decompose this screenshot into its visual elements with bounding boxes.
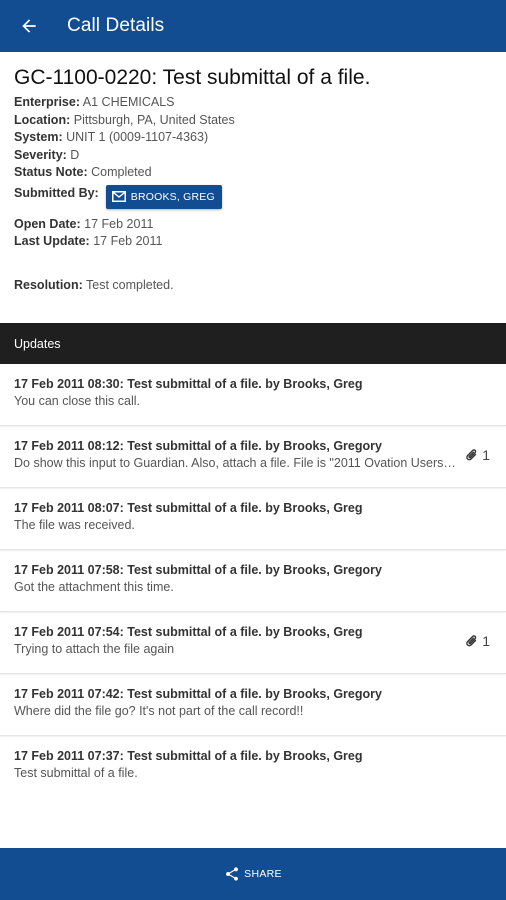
share-label: SHARE <box>244 868 282 880</box>
updates-list: 17 Feb 2011 08:30: Test submittal of a f… <box>0 364 506 798</box>
status-label: Status Note: <box>14 165 88 179</box>
envelope-icon <box>111 191 126 202</box>
arrow-left-icon <box>22 19 36 33</box>
update-body: Where did the file go? It's not part of … <box>14 704 304 718</box>
resolution-row: Resolution: Test completed. <box>14 277 494 295</box>
system-row: System: UNIT 1 (0009-1107-4363) <box>14 129 494 147</box>
open-date-label: Open Date: <box>14 216 81 231</box>
update-body: You can close this call. <box>14 394 141 408</box>
last-update-label: Last Update: <box>14 234 90 248</box>
status-row: Status Note: Completed <box>14 164 494 182</box>
list-item[interactable]: 17 Feb 2011 08:30: Test submittal of a f… <box>0 364 506 426</box>
update-body: Test submittal of a file. <box>14 766 138 780</box>
open-date-row: Open Date: 17 Feb 2011 <box>14 216 494 234</box>
update-body: Got the attachment this time. <box>14 580 174 594</box>
enterprise-row: Enterprise: A1 CHEMICALS <box>14 94 494 112</box>
submitted-row: Submitted By: BROOKS, GREG <box>14 184 494 210</box>
list-item[interactable]: 17 Feb 2011 07:42: Test submittal of a f… <box>0 674 506 736</box>
resolution-value: Test completed. <box>86 277 174 292</box>
severity-value: D <box>70 147 80 162</box>
update-heading: 17 Feb 2011 08:30: Test submittal of a f… <box>14 377 363 391</box>
list-item[interactable]: 17 Feb 2011 08:07: Test submittal of a f… <box>0 488 506 550</box>
attachment-count[interactable]: 1 <box>466 633 490 649</box>
status-value: Completed <box>91 165 152 179</box>
paperclip-icon <box>466 635 477 647</box>
share-button[interactable]: SHARE <box>224 866 282 882</box>
severity-label: Severity: <box>14 147 67 162</box>
resolution-label: Resolution: <box>14 277 83 292</box>
update-heading: 17 Feb 2011 07:42: Test submittal of a f… <box>14 687 382 701</box>
location-row: Location: Pittsburgh, PA, United States <box>14 112 494 130</box>
severity-row: Severity: D <box>14 147 494 165</box>
updates-header: Updates <box>0 323 506 364</box>
enterprise-value: A1 CHEMICALS <box>82 95 175 109</box>
last-update-row: Last Update: 17 Feb 2011 <box>14 233 494 251</box>
update-heading: 17 Feb 2011 08:12: Test submittal of a f… <box>14 439 382 453</box>
submitted-label: Submitted By: <box>14 185 99 200</box>
call-title: GC-1100-0220: Test submittal of a file. <box>14 66 371 89</box>
open-date-value: 17 Feb 2011 <box>84 216 154 231</box>
system-value: UNIT 1 (0009-1107-4363) <box>66 130 209 144</box>
call-details: GC-1100-0220: Test submittal of a file. … <box>14 64 494 294</box>
update-body: Trying to attach the file again <box>14 642 175 656</box>
update-body: The file was received. <box>14 518 135 532</box>
attachment-count-value: 1 <box>482 447 490 463</box>
attachment-count-value: 1 <box>482 633 490 649</box>
last-update-value: 17 Feb 2011 <box>93 234 163 248</box>
update-body: Do show this input to Guardian. Also, at… <box>14 456 456 470</box>
enterprise-label: Enterprise: <box>14 95 80 109</box>
system-label: System: <box>14 130 63 144</box>
update-heading: 17 Feb 2011 07:58: Test submittal of a f… <box>14 563 382 577</box>
submitter-email-button[interactable]: BROOKS, GREG <box>105 184 222 209</box>
submitter-name: BROOKS, GREG <box>130 190 215 203</box>
list-item[interactable]: 17 Feb 2011 07:37: Test submittal of a f… <box>0 736 506 798</box>
update-heading: 17 Feb 2011 08:07: Test submittal of a f… <box>14 501 363 515</box>
location-value: Pittsburgh, PA, United States <box>73 112 235 127</box>
list-item[interactable]: 17 Feb 2011 07:58: Test submittal of a f… <box>0 550 506 612</box>
list-item[interactable]: 17 Feb 2011 08:12: Test submittal of a f… <box>0 426 506 488</box>
list-item[interactable]: 17 Feb 2011 07:54: Test submittal of a f… <box>0 612 506 674</box>
attachment-count[interactable]: 1 <box>466 447 490 463</box>
page-title: Call Details <box>67 15 165 36</box>
bottom-bar: SHARE <box>0 848 506 900</box>
update-heading: 17 Feb 2011 07:54: Test submittal of a f… <box>14 625 363 639</box>
app-bar: Call Details <box>0 0 506 52</box>
share-icon <box>226 867 239 881</box>
location-label: Location: <box>14 112 71 127</box>
update-heading: 17 Feb 2011 07:37: Test submittal of a f… <box>14 749 363 763</box>
paperclip-icon <box>466 449 477 461</box>
back-button[interactable] <box>0 0 58 52</box>
